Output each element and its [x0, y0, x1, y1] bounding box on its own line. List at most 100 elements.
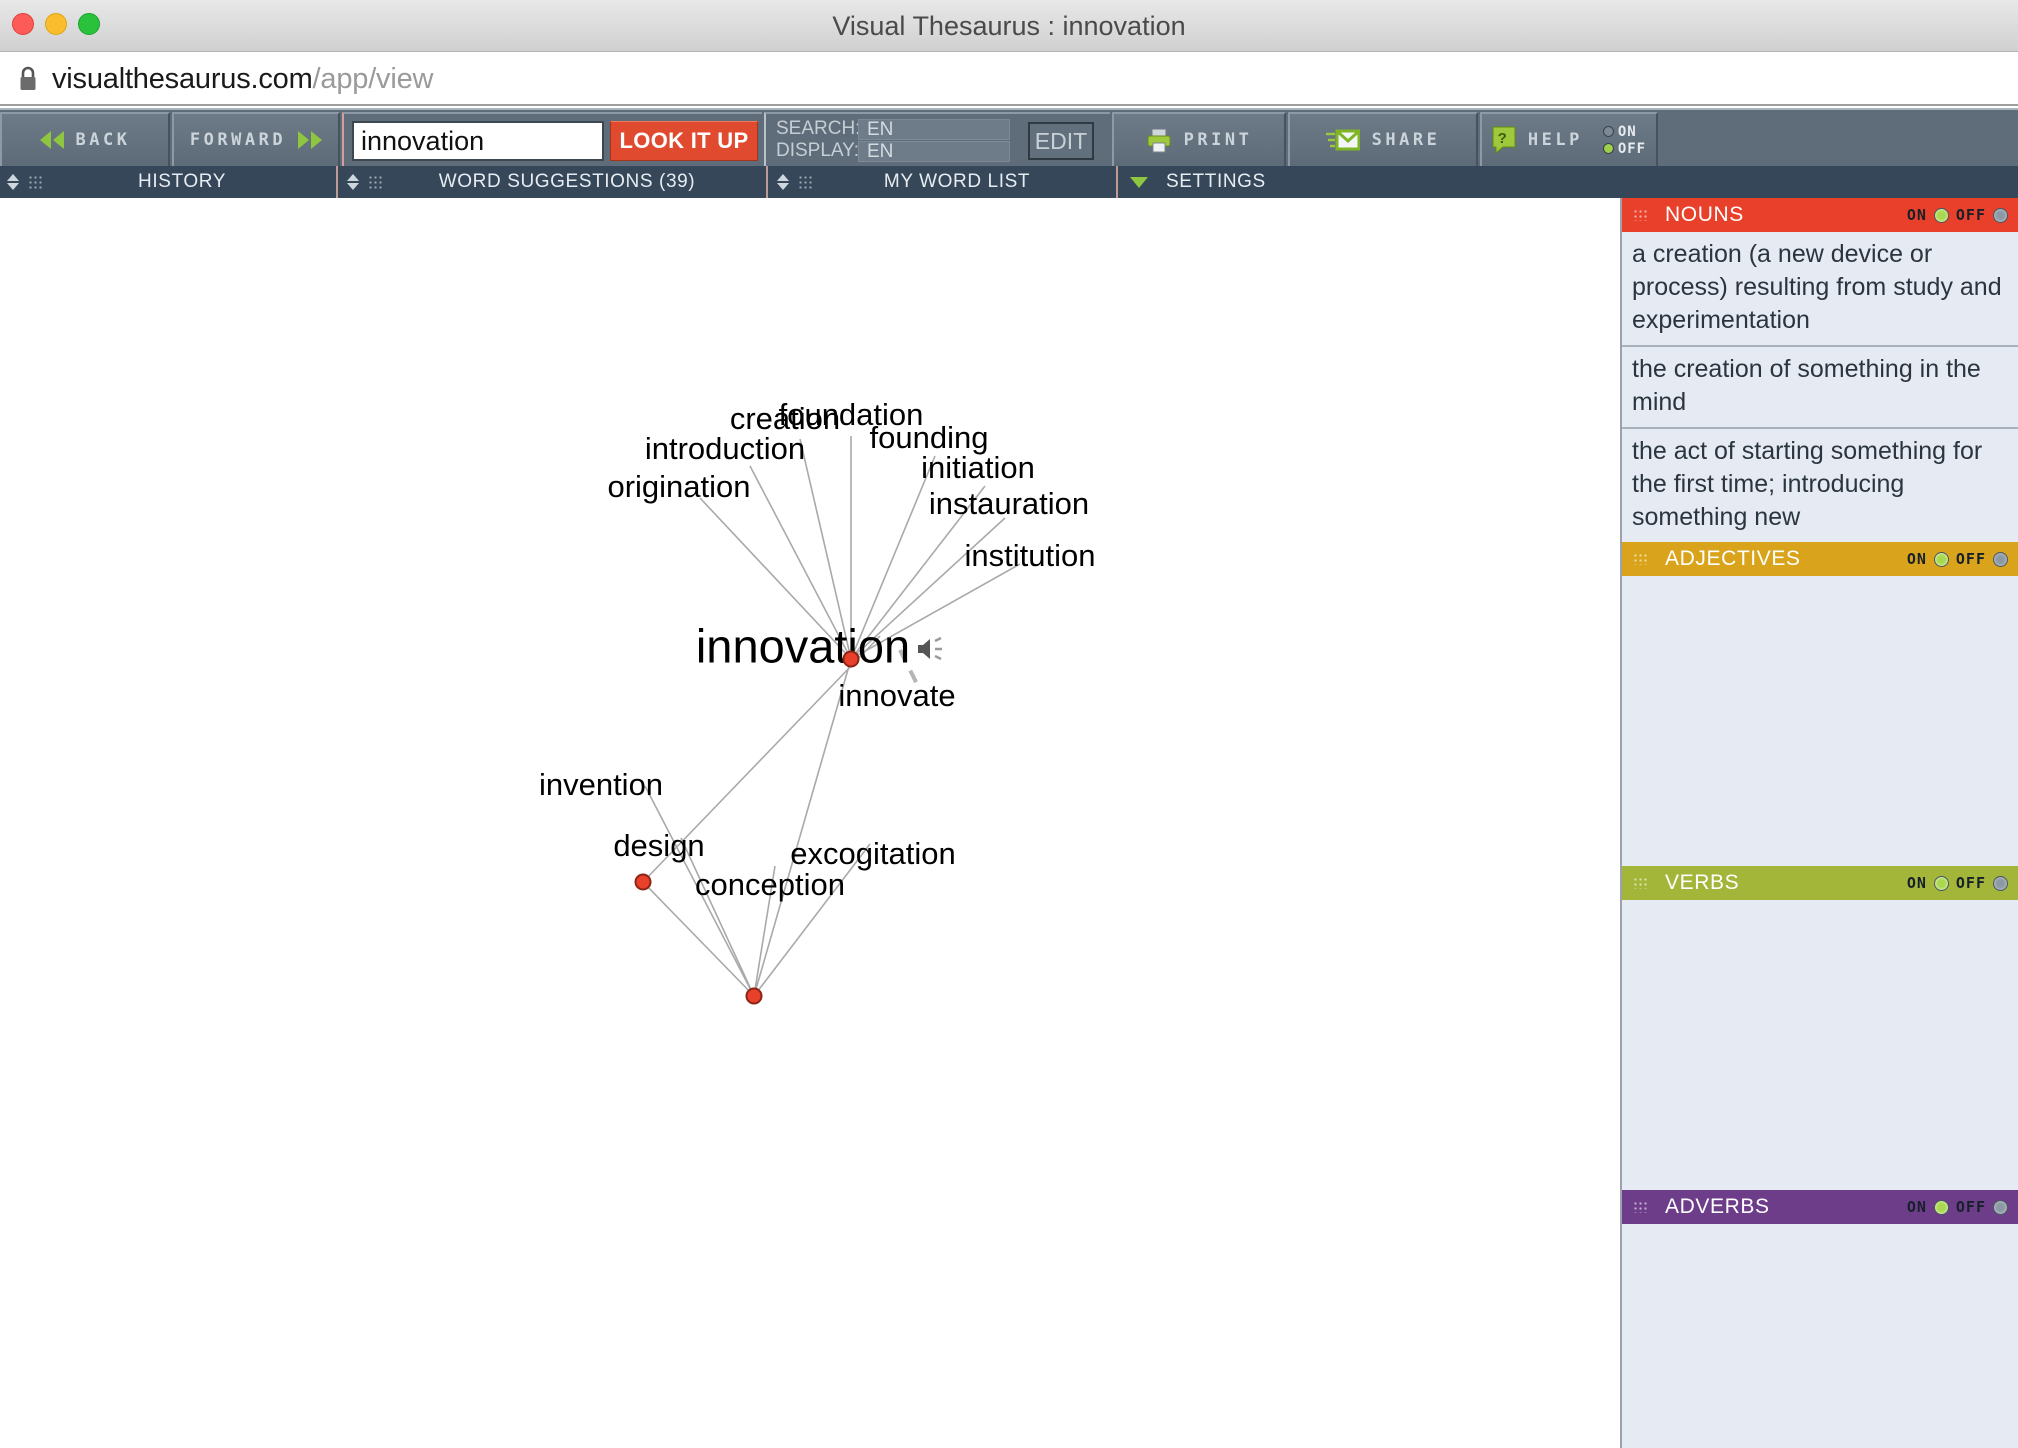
back-button[interactable]: BACK	[0, 112, 170, 166]
panel-tab-history[interactable]: HISTORY	[0, 166, 338, 198]
sidebar-section-header-verbs[interactable]: VERBS ON OFF	[1622, 866, 2018, 900]
search-input[interactable]	[352, 121, 604, 161]
help-toggle-off[interactable]: OFF	[1602, 140, 1647, 157]
sidebar-section-title: VERBS	[1665, 871, 1740, 894]
help-toggle-on[interactable]: ON	[1602, 123, 1646, 140]
language-settings-area: SEARCH: EN DISPLAY: EN EDIT	[764, 112, 1110, 166]
help-toggle[interactable]: ON OFF	[1602, 123, 1647, 157]
graph-word-label[interactable]: origination	[607, 469, 750, 505]
section-off-led-icon[interactable]	[1993, 207, 2008, 223]
share-button-label: SHARE	[1371, 130, 1441, 150]
graph-word-label[interactable]: excogitation	[790, 836, 955, 872]
help-off-label: OFF	[1617, 140, 1647, 157]
panel-tab-settings[interactable]: SETTINGS	[1120, 166, 2018, 198]
print-button[interactable]: PRINT	[1112, 112, 1286, 166]
drag-grip-icon[interactable]	[1633, 553, 1649, 565]
lock-icon	[20, 66, 36, 90]
drag-grip-icon[interactable]	[798, 175, 814, 189]
speaker-icon[interactable]	[916, 635, 950, 663]
section-off-led-icon[interactable]	[1993, 875, 2008, 891]
drag-grip-icon[interactable]	[368, 175, 384, 189]
section-off-led-icon[interactable]	[1993, 551, 2008, 567]
help-button-label: HELP	[1527, 130, 1583, 150]
forward-button-label: FORWARD	[189, 130, 287, 150]
search-area: LOOK IT UP	[342, 112, 762, 166]
thesaurus-graph-canvas[interactable]: foundation creation introduction founding or…	[0, 198, 1618, 1448]
section-off-led-icon[interactable]	[1993, 1199, 2008, 1215]
back-arrow-icon	[39, 131, 64, 149]
drag-grip-icon[interactable]	[1633, 209, 1649, 221]
panel-tab-my-word-list-label: MY WORD LIST	[883, 171, 1031, 192]
forward-arrow-icon	[298, 131, 323, 149]
graph-sense-node[interactable]	[634, 873, 652, 891]
help-on-led-icon	[1602, 126, 1614, 137]
sort-handle-icon[interactable]	[6, 174, 20, 190]
graph-word-label[interactable]: conception	[695, 867, 845, 903]
graph-word-label[interactable]: innovate	[838, 678, 955, 714]
app-toolbar: BACK FORWARD LOOK IT UP SEARCH: EN DISPL…	[0, 108, 2018, 166]
drag-grip-icon[interactable]	[28, 175, 44, 189]
sidebar-section-header-adjectives[interactable]: ADJECTIVES ON OFF	[1622, 542, 2018, 576]
section-on-led-icon[interactable]	[1933, 875, 1949, 891]
chevron-down-icon[interactable]	[1130, 176, 1148, 188]
sort-handle-icon[interactable]	[346, 174, 360, 190]
graph-center-word[interactable]: innovation	[696, 619, 910, 674]
sidebar-section-body-nouns: a creation (a new device or process) res…	[1622, 232, 2018, 542]
help-button[interactable]: ? HELP ON OFF	[1480, 112, 1658, 166]
sidebar-section-header-nouns[interactable]: NOUNS ON OFF	[1622, 198, 2018, 232]
sidebar-section-toggle[interactable]: ON OFF	[1907, 198, 2008, 232]
section-on-label: ON	[1906, 206, 1927, 224]
sidebar-section-toggle[interactable]: ON OFF	[1907, 542, 2008, 576]
section-on-led-icon[interactable]	[1933, 1199, 1949, 1215]
definitions-sidebar[interactable]: NOUNS ON OFF a creation (a new device or pr…	[1620, 198, 2018, 1448]
definition-item[interactable]: the creation of something in the mind	[1622, 347, 2018, 429]
graph-word-label[interactable]: introduction	[645, 431, 805, 467]
graph-sense-node[interactable]	[842, 650, 860, 668]
sidebar-section-title: ADJECTIVES	[1665, 547, 1801, 570]
browser-window: Visual Thesaurus : innovation visualthes…	[0, 0, 2018, 1448]
drag-grip-icon[interactable]	[1633, 1201, 1649, 1213]
browser-url-bar[interactable]: visualthesaurus.com/app/view	[0, 52, 2018, 106]
help-on-label: ON	[1617, 123, 1637, 140]
graph-word-label[interactable]: instauration	[929, 486, 1089, 522]
graph-word-label[interactable]: invention	[539, 767, 663, 803]
url-path: /app/view	[312, 63, 434, 95]
graph-word-label[interactable]: design	[613, 828, 704, 864]
sidebar-section-title: NOUNS	[1665, 203, 1744, 226]
panel-tab-word-suggestions[interactable]: WORD SUGGESTIONS (39)	[340, 166, 768, 198]
definition-item[interactable]: a creation (a new device or process) res…	[1622, 232, 2018, 347]
look-it-up-button[interactable]: LOOK IT UP	[610, 121, 758, 161]
printer-icon	[1147, 128, 1171, 153]
display-language-label: DISPLAY:	[776, 140, 860, 161]
print-button-label: PRINT	[1183, 130, 1253, 150]
search-language-row: SEARCH: EN	[776, 118, 1010, 140]
search-language-value: EN	[858, 118, 1010, 140]
url-domain: visualthesaurus.com	[52, 63, 313, 95]
panel-tab-my-word-list[interactable]: MY WORD LIST	[770, 166, 1118, 198]
section-on-led-icon[interactable]	[1933, 207, 1949, 223]
sidebar-section-header-adverbs[interactable]: ADVERBS ON OFF	[1622, 1190, 2018, 1224]
panel-tab-settings-label: SETTINGS	[1166, 171, 1266, 192]
definition-item[interactable]: the act of starting something for the fi…	[1622, 429, 2018, 542]
section-on-label: ON	[1906, 550, 1927, 568]
sort-handle-icon[interactable]	[776, 174, 790, 190]
graph-word-label[interactable]: institution	[965, 538, 1096, 574]
sidebar-section-body-adjectives	[1622, 576, 2018, 866]
graph-sense-node[interactable]	[745, 987, 763, 1005]
panel-tab-history-label: HISTORY	[138, 171, 226, 192]
sidebar-section-toggle[interactable]: ON OFF	[1907, 866, 2008, 900]
search-language-label: SEARCH:	[776, 118, 861, 139]
sidebar-section-toggle[interactable]: ON OFF	[1907, 1190, 2008, 1224]
section-off-label: OFF	[1955, 874, 1986, 892]
drag-grip-icon[interactable]	[1633, 877, 1649, 889]
section-on-led-icon[interactable]	[1933, 551, 1949, 567]
share-button[interactable]: SHARE	[1288, 112, 1478, 166]
graph-edges	[642, 436, 1021, 997]
edit-language-button[interactable]: EDIT	[1028, 122, 1094, 160]
help-off-led-icon	[1602, 143, 1614, 154]
section-on-label: ON	[1906, 1198, 1927, 1216]
graph-word-label[interactable]: initiation	[921, 450, 1035, 486]
back-button-label: BACK	[75, 130, 131, 150]
sidebar-section-title: ADVERBS	[1665, 1195, 1770, 1218]
forward-button[interactable]: FORWARD	[172, 112, 340, 166]
